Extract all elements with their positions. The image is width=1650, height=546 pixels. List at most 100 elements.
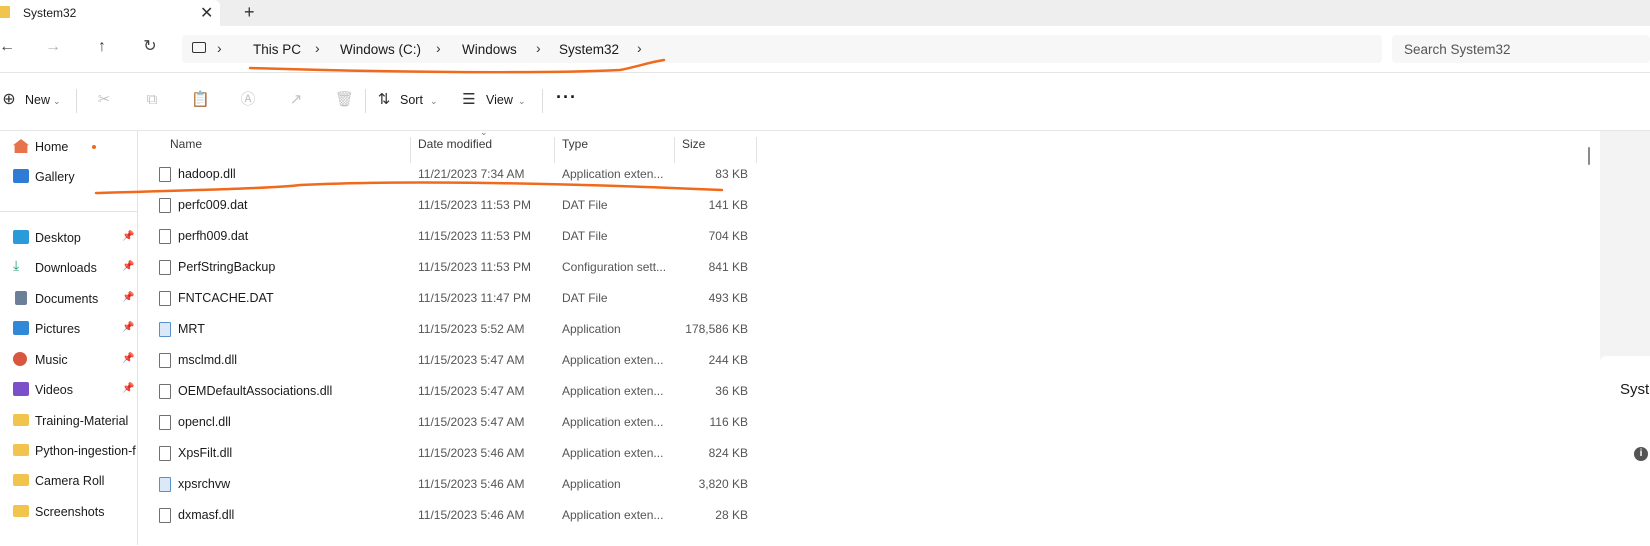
chevron-right-icon[interactable]: › bbox=[217, 40, 222, 56]
file-row[interactable]: FNTCACHE.DAT 11/15/2023 11:47 PM DAT File 4… bbox=[138, 282, 758, 313]
file-name: OEMDefaultAssociations.dll bbox=[178, 384, 333, 398]
chevron-right-icon[interactable]: › bbox=[315, 40, 320, 56]
new-button[interactable]: New bbox=[25, 93, 50, 107]
sidebar-item-documents[interactable]: Documents 📌 bbox=[0, 285, 137, 313]
back-icon[interactable]: ← bbox=[0, 38, 16, 56]
column-header-date[interactable]: Date modified bbox=[418, 137, 492, 151]
sidebar-item-home[interactable]: Home bbox=[0, 133, 137, 161]
sidebar-item-videos[interactable]: Videos 📌 bbox=[0, 376, 137, 404]
this-pc-icon[interactable] bbox=[192, 42, 206, 53]
chevron-down-icon[interactable]: ⌄ bbox=[53, 96, 61, 107]
pin-icon[interactable]: 📌 bbox=[122, 261, 134, 272]
sidebar-item-training-material[interactable]: Training-Material bbox=[0, 407, 137, 435]
sidebar-item-gallery[interactable]: Gallery bbox=[0, 163, 137, 191]
rename-icon[interactable]: Ⓐ bbox=[239, 91, 257, 109]
close-tab-icon[interactable]: ✕ bbox=[200, 3, 213, 23]
file-icon bbox=[159, 198, 171, 213]
sidebar-item-desktop[interactable]: Desktop 📌 bbox=[0, 224, 137, 252]
sidebar-item-python-ingestion[interactable]: Python-ingestion-f bbox=[0, 437, 137, 465]
pin-icon[interactable]: 📌 bbox=[122, 383, 134, 394]
tab-system32[interactable]: System32 ✕ bbox=[0, 0, 220, 26]
file-row[interactable]: dxmasf.dll 11/15/2023 5:46 AM Application … bbox=[138, 499, 758, 530]
file-size: 244 KB bbox=[708, 353, 748, 367]
file-row[interactable]: msclmd.dll 11/15/2023 5:47 AM Application … bbox=[138, 344, 758, 375]
sidebar-item-label: Music bbox=[35, 353, 68, 367]
column-header-type[interactable]: Type bbox=[562, 137, 588, 151]
file-row[interactable]: XpsFilt.dll 11/15/2023 5:46 AM Application… bbox=[138, 437, 758, 468]
file-name: XpsFilt.dll bbox=[178, 446, 233, 460]
chevron-down-icon[interactable]: ⌄ bbox=[430, 96, 438, 107]
forward-icon[interactable]: → bbox=[44, 38, 62, 56]
sidebar-divider bbox=[0, 211, 137, 212]
file-row[interactable]: xpsrchvw 11/15/2023 5:46 AM Application 3,8… bbox=[138, 468, 758, 499]
breadcrumb-windows-c[interactable]: Windows (C:) bbox=[340, 42, 421, 57]
more-options-button[interactable]: ··· bbox=[556, 87, 577, 108]
folder-icon bbox=[13, 505, 29, 517]
column-header-name[interactable]: Name bbox=[170, 137, 202, 151]
file-name: FNTCACHE.DAT bbox=[178, 291, 274, 305]
annotation-dot bbox=[92, 145, 96, 149]
new-tab-button[interactable]: + bbox=[244, 2, 255, 23]
breadcrumb-windows[interactable]: Windows bbox=[462, 42, 517, 57]
file-row[interactable]: perfc009.dat 11/15/2023 11:53 PM DAT File 1… bbox=[138, 189, 758, 220]
chevron-right-icon[interactable]: › bbox=[436, 40, 441, 56]
info-icon[interactable]: i bbox=[1634, 447, 1648, 461]
breadcrumb-system32[interactable]: System32 bbox=[559, 42, 619, 57]
details-title: Syst bbox=[1620, 381, 1650, 398]
cut-icon[interactable]: ✂ bbox=[95, 91, 113, 109]
details-pane: Syst i bbox=[1600, 131, 1650, 546]
view-icon[interactable]: ☰ bbox=[460, 91, 478, 109]
file-row[interactable]: perfh009.dat 11/15/2023 11:53 PM DAT File 7… bbox=[138, 220, 758, 251]
chevron-right-icon[interactable]: › bbox=[637, 40, 642, 56]
divider bbox=[542, 89, 543, 113]
delete-icon[interactable]: 🗑 bbox=[335, 91, 354, 109]
file-size: 36 KB bbox=[715, 384, 748, 398]
chevron-down-icon[interactable]: ⌄ bbox=[518, 96, 526, 107]
address-bar[interactable]: › This PC › Windows (C:) › Windows › Sys… bbox=[182, 35, 1382, 63]
file-row[interactable]: MRT 11/15/2023 5:52 AM Application 178,586 … bbox=[138, 313, 758, 344]
file-name: MRT bbox=[178, 322, 205, 336]
up-icon[interactable]: ↑ bbox=[93, 38, 111, 56]
pin-icon[interactable]: 📌 bbox=[122, 292, 134, 303]
sort-button[interactable]: Sort bbox=[400, 93, 423, 107]
paste-icon[interactable]: 📋 bbox=[191, 91, 210, 109]
file-name: dxmasf.dll bbox=[178, 508, 235, 522]
documents-icon bbox=[15, 291, 27, 305]
column-header-size[interactable]: Size bbox=[682, 137, 705, 151]
file-type: DAT File bbox=[562, 291, 608, 305]
file-row[interactable]: OEMDefaultAssociations.dll 11/15/2023 5:4… bbox=[138, 375, 758, 406]
folder-icon bbox=[0, 6, 10, 18]
folder-icon bbox=[13, 474, 29, 486]
dll-file-icon bbox=[159, 508, 171, 523]
file-date-modified: 11/15/2023 11:53 PM bbox=[418, 260, 531, 274]
file-type: DAT File bbox=[562, 198, 608, 212]
file-date-modified: 11/15/2023 5:46 AM bbox=[418, 508, 525, 522]
share-icon[interactable]: ↗ bbox=[287, 91, 305, 109]
view-button[interactable]: View bbox=[486, 93, 513, 107]
sidebar-item-downloads[interactable]: ⤓ Downloads 📌 bbox=[0, 254, 137, 282]
chevron-right-icon[interactable]: › bbox=[536, 40, 541, 56]
search-input[interactable]: Search System32 bbox=[1392, 35, 1650, 63]
file-name: hadoop.dll bbox=[178, 167, 236, 181]
sidebar-item-pictures[interactable]: Pictures 📌 bbox=[0, 315, 137, 343]
pin-icon[interactable]: 📌 bbox=[122, 231, 134, 242]
sort-icon[interactable]: ⇅ bbox=[375, 91, 393, 109]
breadcrumb-this-pc[interactable]: This PC bbox=[253, 42, 301, 57]
pictures-icon bbox=[13, 321, 29, 335]
file-type: Application bbox=[562, 477, 621, 491]
sidebar-item-music[interactable]: Music 📌 bbox=[0, 346, 137, 374]
pin-icon[interactable]: 📌 bbox=[122, 353, 134, 364]
sidebar-item-camera-roll[interactable]: Camera Roll bbox=[0, 467, 137, 495]
pin-icon[interactable]: 📌 bbox=[122, 322, 134, 333]
file-size: 83 KB bbox=[715, 167, 748, 181]
copy-icon[interactable]: ⧉ bbox=[143, 91, 161, 109]
refresh-icon[interactable]: ↻ bbox=[141, 38, 159, 56]
sidebar-item-screenshots[interactable]: Screenshots bbox=[0, 498, 137, 526]
file-row[interactable]: opencl.dll 11/15/2023 5:47 AM Application … bbox=[138, 406, 758, 437]
scrollbar-thumb[interactable] bbox=[1588, 147, 1590, 165]
file-row[interactable]: PerfStringBackup 11/15/2023 11:53 PM Confi… bbox=[138, 251, 758, 282]
new-plus-icon[interactable]: ⊕ bbox=[0, 91, 18, 109]
file-row[interactable]: hadoop.dll 11/21/2023 7:34 AM Application … bbox=[138, 158, 758, 189]
folder-icon bbox=[13, 444, 29, 456]
file-date-modified: 11/15/2023 5:47 AM bbox=[418, 415, 525, 429]
